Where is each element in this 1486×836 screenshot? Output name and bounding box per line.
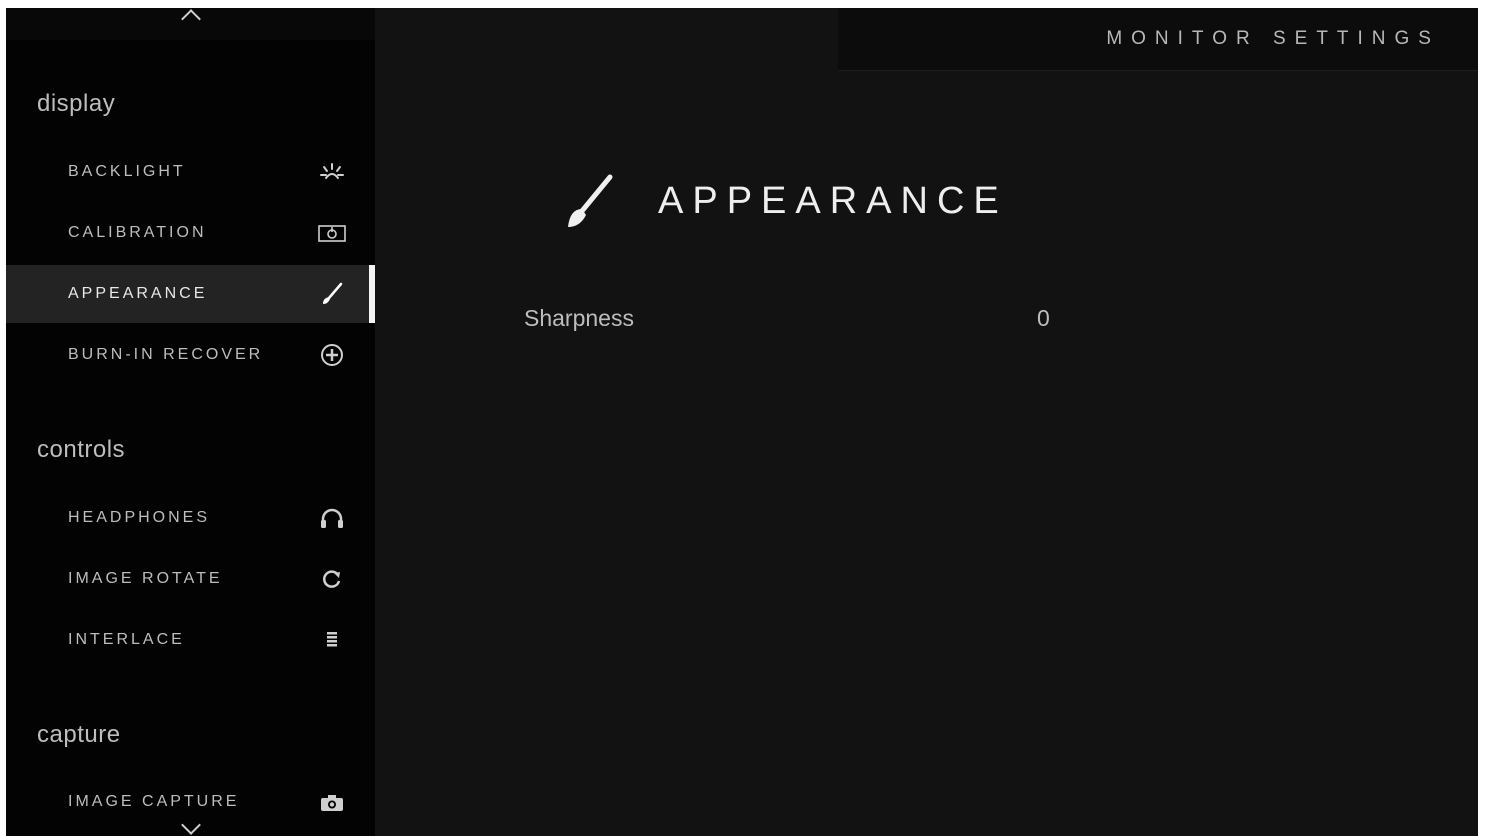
rotate-icon (323, 570, 341, 588)
section-title-display: display (37, 90, 116, 117)
sidebar-item-appearance[interactable]: APPEARANCE (6, 265, 375, 323)
camera-icon (321, 795, 343, 811)
backlight-icon (320, 163, 344, 179)
headphones-icon (321, 508, 343, 528)
sidebar: display BACKLIGHT CALIBRATION APPEARANCE… (6, 8, 375, 836)
chevron-up-icon[interactable] (181, 9, 201, 29)
sidebar-item-label: APPEARANCE (68, 285, 208, 302)
header: MONITOR SETTINGS (838, 8, 1478, 71)
sidebar-item-label: CALIBRATION (68, 224, 207, 241)
sidebar-item-label: IMAGE CAPTURE (68, 793, 240, 810)
sidebar-item-label: BURN-IN RECOVER (68, 346, 264, 363)
sidebar-item-burn-in-recover[interactable]: BURN-IN RECOVER (6, 326, 375, 384)
sidebar-item-label: INTERLACE (68, 631, 185, 648)
sidebar-item-calibration[interactable]: CALIBRATION (6, 204, 375, 262)
scroll-up-area[interactable] (6, 8, 375, 40)
page-title: APPEARANCE (658, 180, 1008, 222)
section-title-controls: controls (37, 436, 126, 463)
burn-in-recover-icon (321, 344, 343, 366)
header-title: MONITOR SETTINGS (1106, 28, 1440, 49)
brush-icon (568, 174, 613, 227)
active-indicator (369, 265, 375, 323)
sidebar-item-image-rotate[interactable]: IMAGE ROTATE (6, 550, 375, 608)
interlace-icon (327, 632, 337, 647)
sidebar-item-label: IMAGE ROTATE (68, 570, 223, 587)
sidebar-item-backlight[interactable]: BACKLIGHT (6, 143, 375, 201)
calibration-icon (318, 225, 346, 242)
setting-value[interactable]: 0 (1037, 305, 1050, 332)
sidebar-item-label: BACKLIGHT (68, 163, 186, 180)
setting-label: Sharpness (524, 305, 634, 331)
sidebar-item-label: HEADPHONES (68, 509, 211, 526)
sidebar-item-headphones[interactable]: HEADPHONES (6, 489, 375, 547)
brush-icon (323, 282, 343, 304)
sidebar-item-interlace[interactable]: INTERLACE (6, 611, 375, 669)
monitor-settings-screen: display BACKLIGHT CALIBRATION APPEARANCE… (6, 8, 1478, 836)
setting-row-sharpness[interactable]: Sharpness 0 (524, 305, 1084, 337)
section-title-capture: capture (37, 721, 121, 748)
